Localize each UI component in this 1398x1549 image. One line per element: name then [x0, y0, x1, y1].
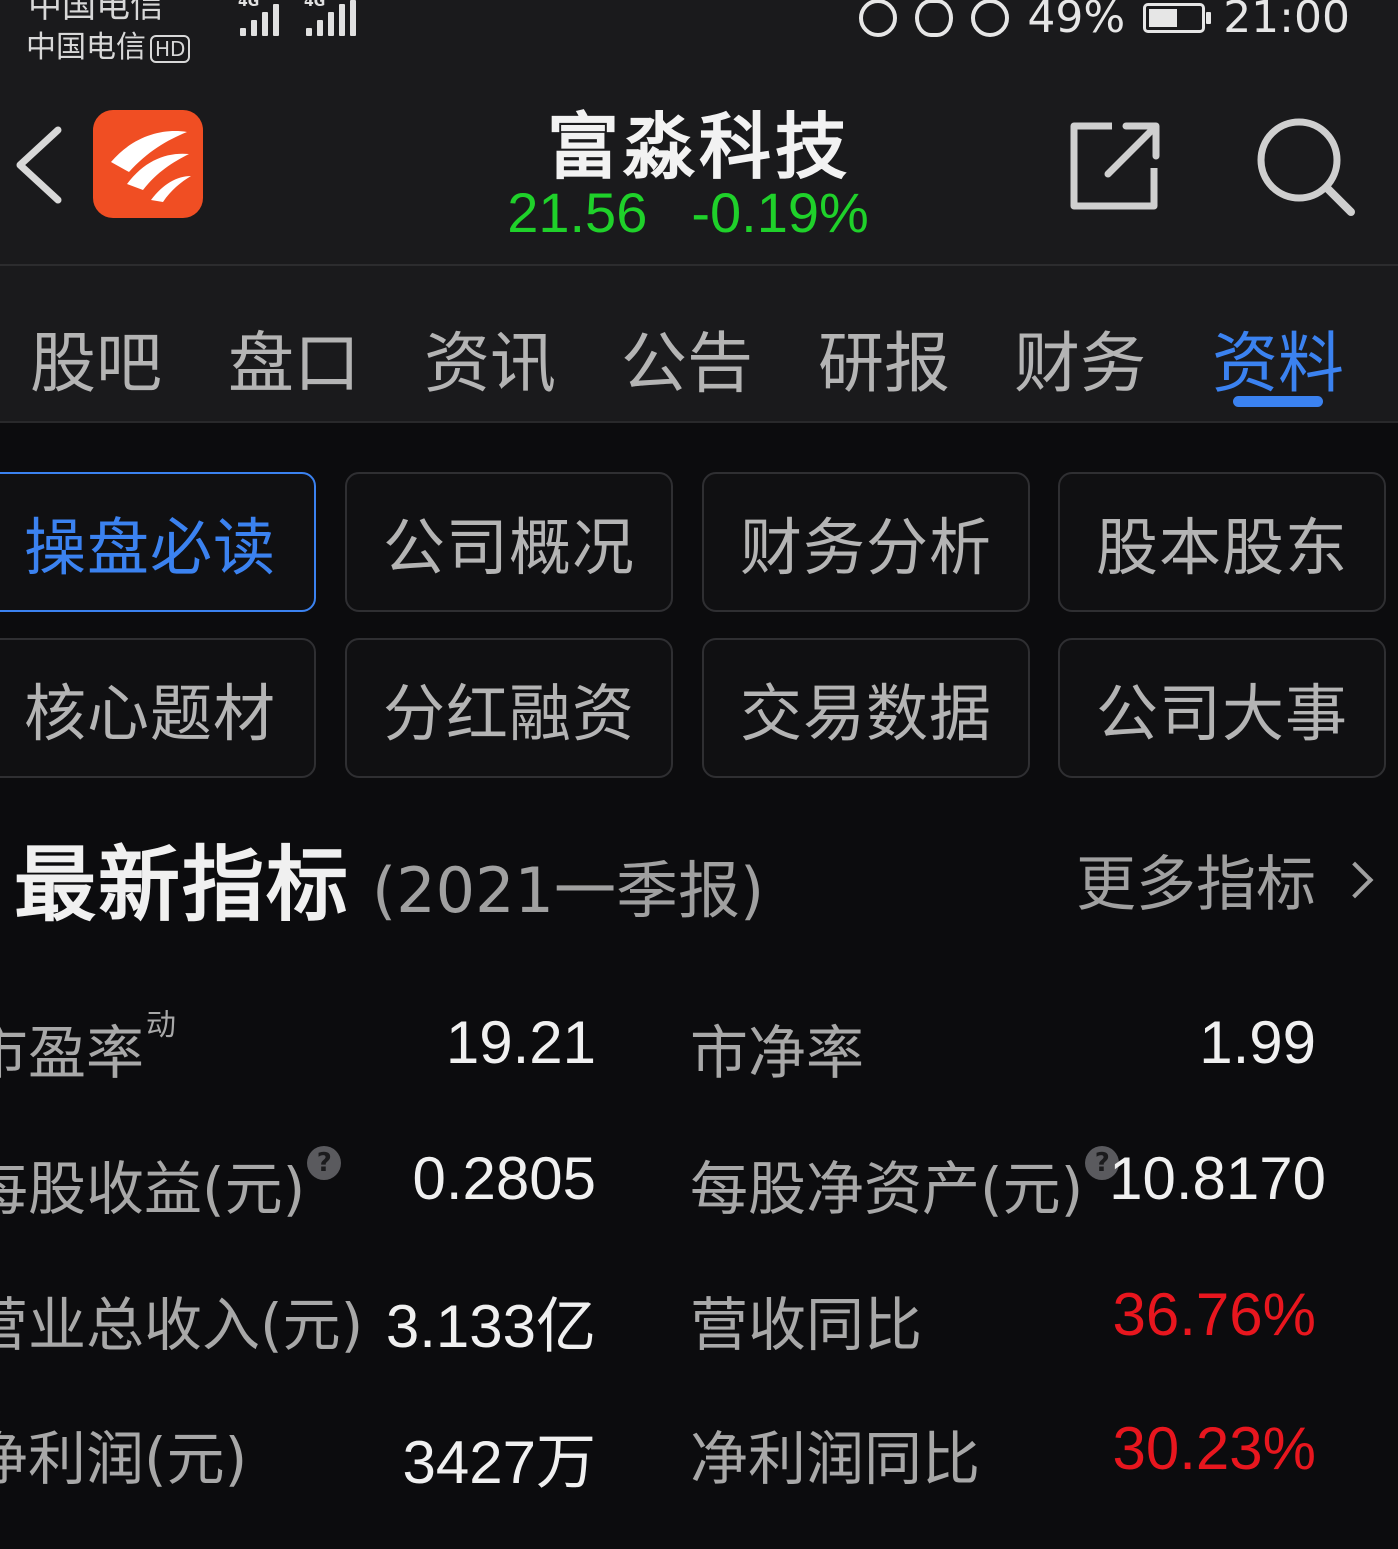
metric-value-revenue: 3.133亿 [385, 1293, 596, 1360]
section-title: 最新指标 [14, 838, 351, 933]
stock-name: 富淼科技 [546, 105, 851, 189]
carrier-name: 中国电信 [26, 30, 146, 65]
metric-value-pb: 1.99 [1199, 1009, 1316, 1076]
metric-value-net-profit-yoy: 30.23% [1112, 1415, 1317, 1482]
tab-guba[interactable]: 股吧 [30, 310, 162, 406]
battery-percent: 49% [1027, 0, 1126, 43]
metric-label-pb: 市净率 [690, 1019, 865, 1087]
pe-dynamic-superscript: 动 [146, 1008, 177, 1043]
metric-label-eps: 每股收益(元)? [0, 1142, 342, 1226]
subtab-core-themes[interactable]: 核心题材 [0, 638, 316, 778]
subtab-trading-essentials[interactable]: 操盘必读 [0, 472, 316, 612]
subtab-trading-data[interactable]: 交易数据 [702, 638, 1030, 778]
subtab-share-capital[interactable]: 股本股东 [1058, 472, 1386, 612]
main-tabs: 股吧 盘口 资讯 公告 研报 财务 资料 [0, 266, 1398, 422]
section-period: (2021一季报) [372, 854, 765, 927]
metric-value-eps: 0.2805 [412, 1145, 596, 1212]
subtab-dividends-financing[interactable]: 分红融资 [345, 638, 673, 778]
battery-icon [1143, 2, 1212, 33]
subtab-company-events[interactable]: 公司大事 [1058, 638, 1386, 778]
tab-research[interactable]: 研报 [818, 310, 950, 406]
share-icon[interactable] [1068, 118, 1164, 214]
metric-label-bvps: 每股净资产(元)? [690, 1142, 1120, 1226]
metric-value-pe: 19.21 [445, 1009, 596, 1076]
tab-profile[interactable]: 资料 [1212, 310, 1344, 406]
eye-comfort-icon [915, 0, 954, 37]
metric-value-net-profit: 3427万 [402, 1429, 596, 1496]
tab-announcements[interactable]: 公告 [621, 310, 753, 406]
metric-value-revenue-yoy: 36.76% [1112, 1281, 1317, 1348]
metric-label-revenue: 营业总收入(元) [0, 1291, 364, 1359]
metric-label-net-profit: 净利润(元) [0, 1425, 248, 1493]
carrier-label: 中国电信 HD [26, 22, 191, 66]
more-indicators-label: 更多指标 [1076, 850, 1316, 920]
status-right-group: 49% 21:00 [859, 0, 1350, 43]
price-change-pct: -0.19% [691, 181, 869, 244]
alarm-icon [971, 0, 1010, 37]
metric-value-bvps: 10.8170 [1109, 1145, 1326, 1212]
chevron-right-icon [1336, 861, 1374, 898]
network-type-label-2: 4G [304, 0, 326, 10]
tab-finance[interactable]: 财务 [1014, 310, 1146, 406]
stock-price: 21.56 [507, 181, 648, 244]
data-saver-icon [859, 0, 898, 37]
clock: 21:00 [1223, 0, 1350, 43]
price-line: 21.56 -0.19% [0, 180, 1376, 245]
subtab-company-overview[interactable]: 公司概况 [345, 472, 673, 612]
signal-strength-icon-2: 4G [304, 0, 356, 36]
more-indicators-link[interactable]: 更多指标 [1076, 836, 1374, 923]
active-tab-indicator [1233, 396, 1323, 407]
tab-pankou[interactable]: 盘口 [228, 310, 360, 406]
metric-label-revenue-yoy: 营收同比 [690, 1291, 923, 1359]
hd-badge: HD [150, 34, 191, 63]
search-icon[interactable] [1255, 116, 1357, 218]
metric-label-pe: 市盈率动 [0, 1008, 177, 1087]
stock-header: 富淼科技 21.56 -0.19% [0, 80, 1398, 265]
signal-strength-icon: 4G [238, 0, 279, 36]
subtab-financial-analysis[interactable]: 财务分析 [702, 472, 1030, 612]
tab-news[interactable]: 资讯 [424, 310, 556, 406]
tab-divider [0, 421, 1398, 423]
network-type-label: 4G [238, 0, 260, 10]
help-icon[interactable]: ? [307, 1146, 342, 1180]
status-bar: 中国电信 中国电信 HD 4G 4G 49% 21:00 [0, 0, 1398, 80]
metric-label-net-profit-yoy: 净利润同比 [690, 1425, 981, 1493]
